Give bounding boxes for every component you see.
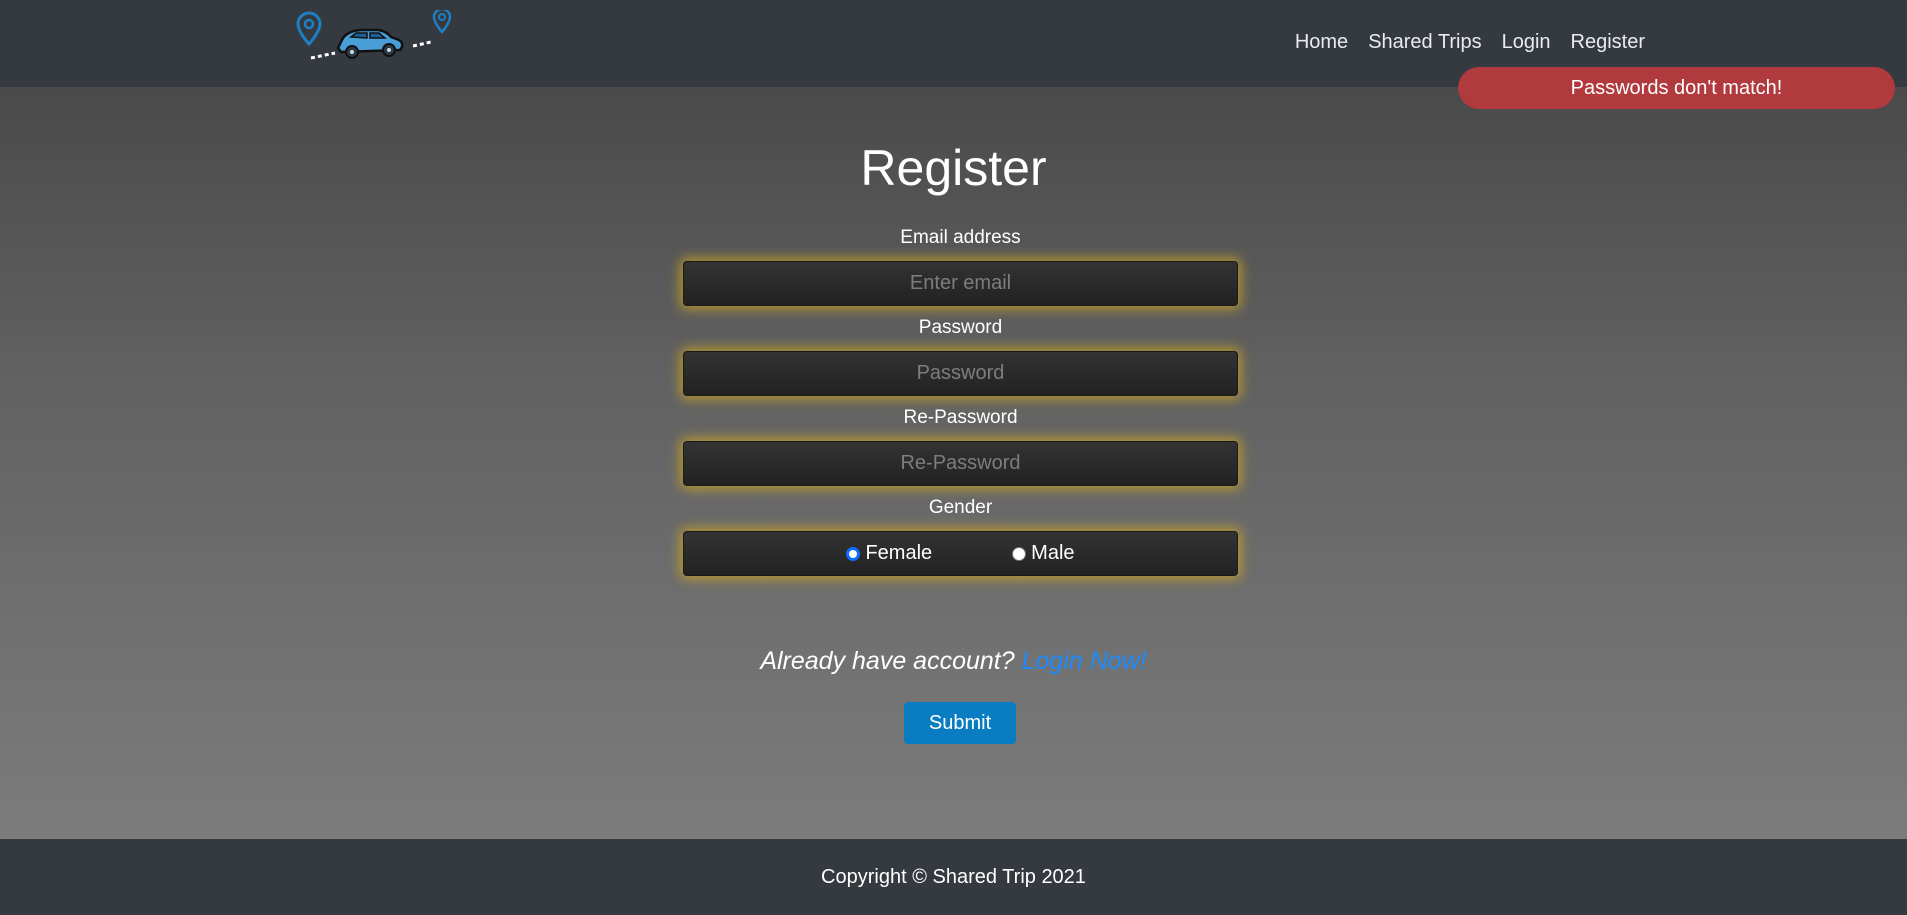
submit-button[interactable]: Submit bbox=[904, 702, 1016, 744]
already-account-text: Already have account? Login Now! bbox=[0, 647, 1907, 676]
repassword-group: Re-Password bbox=[683, 407, 1238, 486]
login-now-link[interactable]: Login Now! bbox=[1022, 647, 1147, 675]
email-group: Email address bbox=[683, 227, 1238, 306]
copyright-text: Copyright © Shared Trip 2021 bbox=[821, 865, 1086, 888]
male-label: Male bbox=[1031, 542, 1075, 564]
female-label: Female bbox=[865, 542, 933, 564]
email-label: Email address bbox=[900, 227, 1021, 248]
male-radio[interactable] bbox=[1012, 546, 1027, 561]
female-radio[interactable] bbox=[846, 546, 861, 561]
password-group: Password bbox=[683, 317, 1238, 396]
gender-label: Gender bbox=[928, 497, 993, 518]
nav-login-link[interactable]: Login bbox=[1502, 31, 1551, 54]
footer: Copyright © Shared Trip 2021 bbox=[0, 839, 1907, 915]
password-label: Password bbox=[918, 317, 1003, 338]
register-form: Email address Password Re-Password Gende… bbox=[683, 227, 1238, 587]
page-title: Register bbox=[860, 140, 1047, 196]
car-trip-logo-icon[interactable] bbox=[283, 7, 453, 66]
already-account-label: Already have account? bbox=[760, 647, 1015, 675]
main-content: Register Email address Password Re-Passw… bbox=[0, 87, 1907, 839]
nav-home-link[interactable]: Home bbox=[1295, 31, 1348, 54]
email-input[interactable] bbox=[683, 261, 1238, 306]
gender-option-male[interactable]: Male bbox=[1012, 542, 1075, 565]
repassword-input[interactable] bbox=[683, 441, 1238, 486]
nav-shared-trips-link[interactable]: Shared Trips bbox=[1368, 31, 1481, 54]
gender-radio-group: Female Male bbox=[683, 531, 1238, 576]
nav-register-link[interactable]: Register bbox=[1571, 31, 1645, 54]
repassword-label: Re-Password bbox=[903, 407, 1018, 428]
password-input[interactable] bbox=[683, 351, 1238, 396]
gender-option-female[interactable]: Female bbox=[846, 542, 932, 565]
password-mismatch-alert: Passwords don't match! bbox=[1458, 67, 1895, 109]
nav-links: Home Shared Trips Login Register bbox=[1295, 31, 1645, 54]
gender-group: Gender Female Male bbox=[683, 497, 1238, 576]
